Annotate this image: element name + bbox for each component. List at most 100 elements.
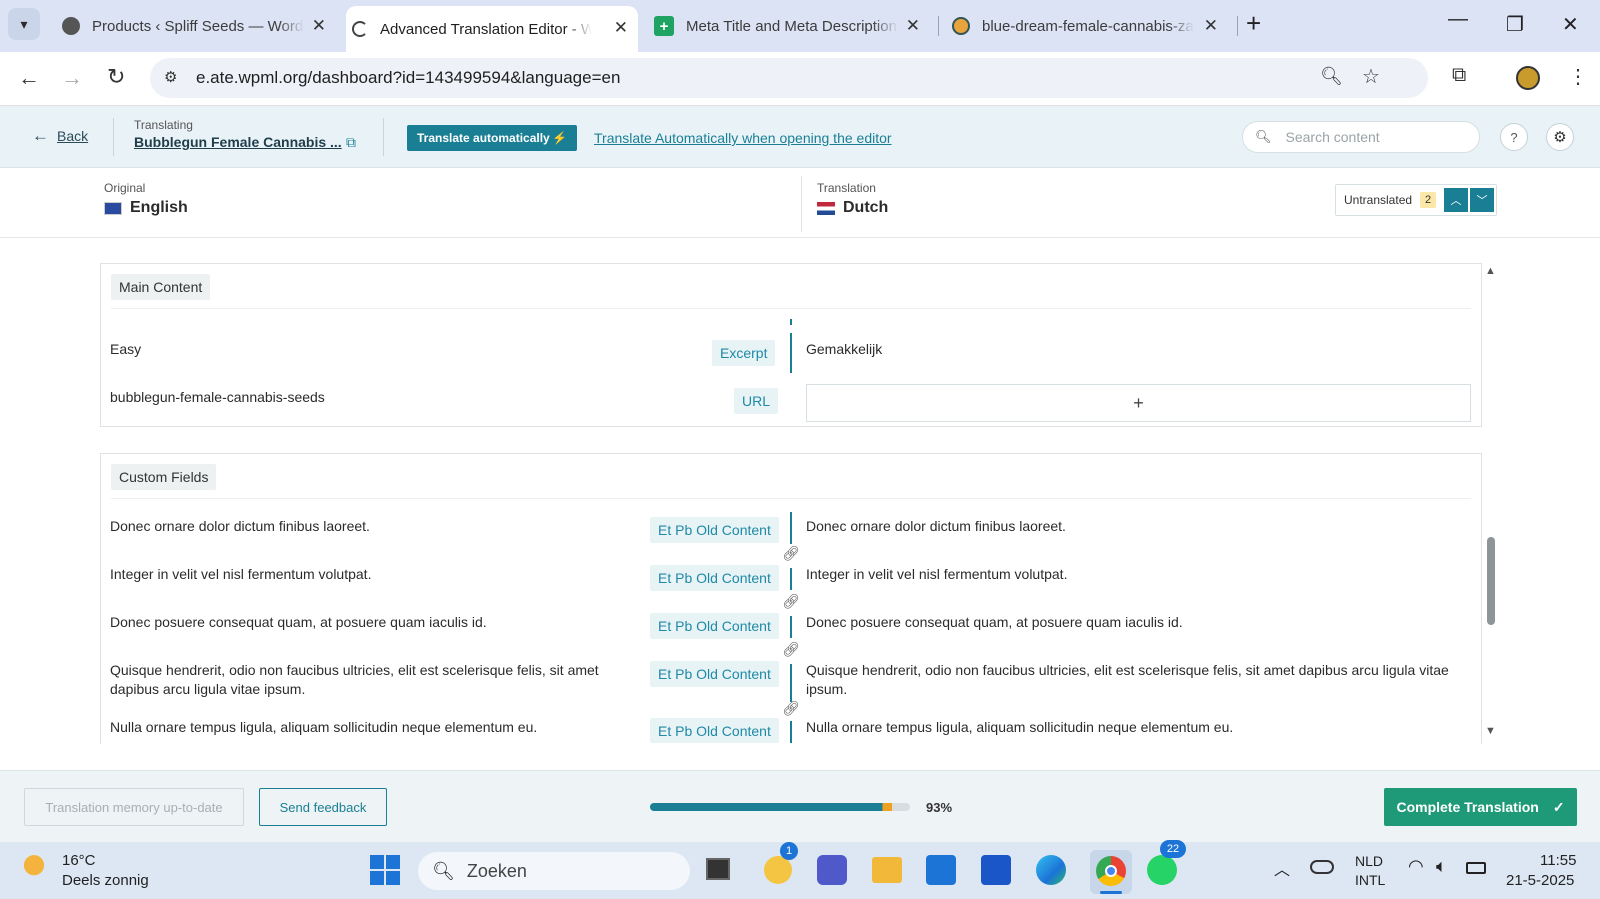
close-icon[interactable]: ✕ bbox=[614, 18, 628, 38]
battery-icon[interactable] bbox=[1466, 862, 1486, 874]
previous-untranslated-button[interactable]: ︿ bbox=[1444, 188, 1468, 212]
minimize-button[interactable]: — bbox=[1448, 8, 1468, 31]
address-bar[interactable]: ⚙ e.ate.wpml.org/dashboard?id=143499594&… bbox=[150, 58, 1428, 98]
search-placeholder: Search content bbox=[1285, 129, 1380, 145]
tab-title: Advanced Translation Editor - WPML bbox=[380, 20, 592, 38]
field-tag: Excerpt bbox=[712, 340, 776, 366]
weather-icon[interactable] bbox=[22, 854, 52, 882]
complete-translation-button[interactable]: Complete Translation ✓ bbox=[1384, 788, 1577, 826]
translation-text[interactable]: Integer in velit vel nisl fermentum volu… bbox=[806, 565, 1067, 584]
bookmark-star-icon[interactable]: ☆ bbox=[1362, 64, 1380, 89]
language-code: NLD bbox=[1355, 853, 1384, 869]
forward-arrow-icon[interactable]: → bbox=[61, 65, 83, 91]
scrollbar-thumb[interactable] bbox=[1487, 537, 1495, 625]
loading-icon bbox=[352, 21, 368, 37]
external-link-icon[interactable]: ⧉ bbox=[346, 134, 356, 151]
temperature[interactable]: 16°C bbox=[62, 852, 96, 869]
add-translation-field[interactable]: + bbox=[806, 384, 1471, 422]
teams-icon[interactable] bbox=[817, 855, 847, 885]
arrow-left-icon: ← bbox=[32, 126, 49, 145]
task-view-icon[interactable] bbox=[706, 858, 730, 880]
segment-marker bbox=[790, 512, 792, 544]
back-link[interactable]: ← Back bbox=[32, 126, 88, 146]
chrome-icon[interactable] bbox=[1090, 850, 1132, 894]
send-feedback-button[interactable]: Send feedback bbox=[259, 788, 387, 826]
scrollbar-up-arrow[interactable]: ▲ bbox=[1485, 265, 1496, 277]
section-divider bbox=[111, 498, 1471, 499]
chevron-up-icon[interactable]: ︿ bbox=[1274, 856, 1290, 880]
link-icon[interactable]: 🔗︎ bbox=[782, 700, 800, 717]
reload-icon[interactable]: ↻ bbox=[107, 64, 125, 90]
tab-title: blue-dream-female-cannabis-zaden bbox=[982, 17, 1194, 35]
search-content-input[interactable]: 🔍︎ Search content bbox=[1242, 121, 1480, 153]
document-title-link[interactable]: Bubblegun Female Cannabis ... bbox=[134, 134, 342, 150]
untranslated-navigator: Untranslated 2 ︿ ﹀ bbox=[1335, 184, 1497, 216]
header-divider bbox=[113, 118, 114, 156]
translation-text[interactable]: Gemakkelijk bbox=[806, 340, 882, 359]
zoom-icon[interactable]: 🔍︎ bbox=[1320, 66, 1343, 87]
tab-advanced-translation-editor[interactable]: Advanced Translation Editor - WPML ✕ bbox=[346, 6, 638, 52]
link-icon[interactable]: 🔗︎ bbox=[782, 641, 800, 658]
start-button[interactable] bbox=[370, 855, 400, 885]
browser-tab-strip: ▾ Products ‹ Spliff Seeds — WordPress ✕ … bbox=[0, 0, 1600, 52]
tab-blue-dream[interactable]: blue-dream-female-cannabis-zaden ✕ bbox=[948, 8, 1228, 44]
section-divider bbox=[111, 308, 1471, 309]
wordpress-icon bbox=[62, 17, 80, 35]
translate-auto-setting-link[interactable]: Translate Automatically when opening the… bbox=[594, 130, 892, 146]
edge-icon[interactable] bbox=[1036, 855, 1066, 885]
tab-divider bbox=[938, 16, 939, 36]
scrollbar-down-arrow[interactable]: ▼ bbox=[1485, 725, 1496, 737]
dutch-flag-icon bbox=[817, 202, 835, 215]
source-text: Integer in velit vel nisl fermentum volu… bbox=[110, 566, 372, 582]
clock-date[interactable]: 21-5-2025 bbox=[1506, 872, 1574, 889]
clock-time[interactable]: 11:55 bbox=[1540, 852, 1576, 869]
language-indicator[interactable]: NLD INTL bbox=[1355, 852, 1385, 890]
extensions-icon[interactable]: ⧉ bbox=[1452, 64, 1466, 87]
tab-meta-title[interactable]: + Meta Title and Meta Description ✕ bbox=[650, 8, 930, 44]
language-bar: Original English Translation Dutch Untra… bbox=[0, 168, 1600, 238]
keyboard-layout: INTL bbox=[1355, 872, 1386, 888]
notification-app-icon[interactable] bbox=[764, 856, 792, 884]
translation-text[interactable]: Donec ornare dolor dictum finibus laoree… bbox=[806, 517, 1066, 536]
file-explorer-icon[interactable] bbox=[872, 857, 902, 883]
help-button[interactable]: ? bbox=[1500, 123, 1528, 151]
translation-text[interactable]: Nulla ornare tempus ligula, aliquam soll… bbox=[806, 718, 1233, 737]
menu-icon[interactable]: ⋮ bbox=[1568, 64, 1588, 89]
editor-header: ← Back Translating Bubblegun Female Cann… bbox=[0, 106, 1600, 168]
translate-automatically-button[interactable]: Translate automatically ⚡ bbox=[407, 125, 577, 151]
next-untranslated-button[interactable]: ﹀ bbox=[1470, 188, 1494, 212]
close-icon[interactable]: ✕ bbox=[312, 16, 326, 36]
search-icon: 🔍︎ bbox=[1255, 129, 1272, 144]
store-icon[interactable] bbox=[926, 855, 956, 885]
settings-button[interactable]: ⚙ bbox=[1546, 123, 1574, 151]
new-tab-button[interactable]: + bbox=[1246, 8, 1261, 39]
wifi-icon[interactable]: ◠ bbox=[1408, 856, 1424, 877]
volume-icon[interactable]: 🔈︎ bbox=[1436, 856, 1447, 877]
profile-avatar[interactable] bbox=[1516, 66, 1540, 90]
tab-products[interactable]: Products ‹ Spliff Seeds — WordPress ✕ bbox=[56, 8, 336, 44]
source-text: bubblegun-female-cannabis-seeds bbox=[110, 389, 325, 405]
source-text: Nulla ornare tempus ligula, aliquam soll… bbox=[110, 719, 538, 735]
whatsapp-icon[interactable] bbox=[1147, 855, 1177, 885]
site-settings-icon[interactable]: ⚙ bbox=[164, 68, 186, 88]
translation-memory-button[interactable]: Translation memory up-to-date bbox=[24, 788, 244, 826]
weather-text[interactable]: Deels zonnig bbox=[62, 872, 149, 889]
source-text: Quisque hendrerit, odio non faucibus ult… bbox=[110, 662, 599, 697]
onedrive-icon[interactable] bbox=[1310, 860, 1334, 874]
close-icon[interactable]: ✕ bbox=[1204, 16, 1218, 36]
back-arrow-icon[interactable]: ← bbox=[18, 65, 40, 91]
restore-button[interactable]: ❐ bbox=[1506, 12, 1524, 37]
close-icon[interactable]: ✕ bbox=[906, 16, 920, 36]
taskbar-search-input[interactable]: 🔍︎ Zoeken bbox=[418, 852, 690, 890]
tab-search-button[interactable]: ▾ bbox=[8, 8, 40, 40]
original-label: Original bbox=[104, 181, 146, 195]
link-icon[interactable]: 🔗︎ bbox=[782, 593, 800, 610]
link-icon[interactable]: 🔗︎ bbox=[782, 545, 800, 562]
translation-text[interactable]: Quisque hendrerit, odio non faucibus ult… bbox=[806, 661, 1461, 699]
power-automate-icon[interactable] bbox=[981, 855, 1011, 885]
checkmark-icon: ✓ bbox=[1552, 798, 1565, 815]
url-text[interactable]: e.ate.wpml.org/dashboard?id=143499594&la… bbox=[196, 68, 620, 88]
translation-text[interactable]: Donec posuere consequat quam, at posuere… bbox=[806, 613, 1183, 632]
sheets-icon: + bbox=[654, 16, 674, 36]
close-window-button[interactable]: ✕ bbox=[1562, 12, 1579, 37]
